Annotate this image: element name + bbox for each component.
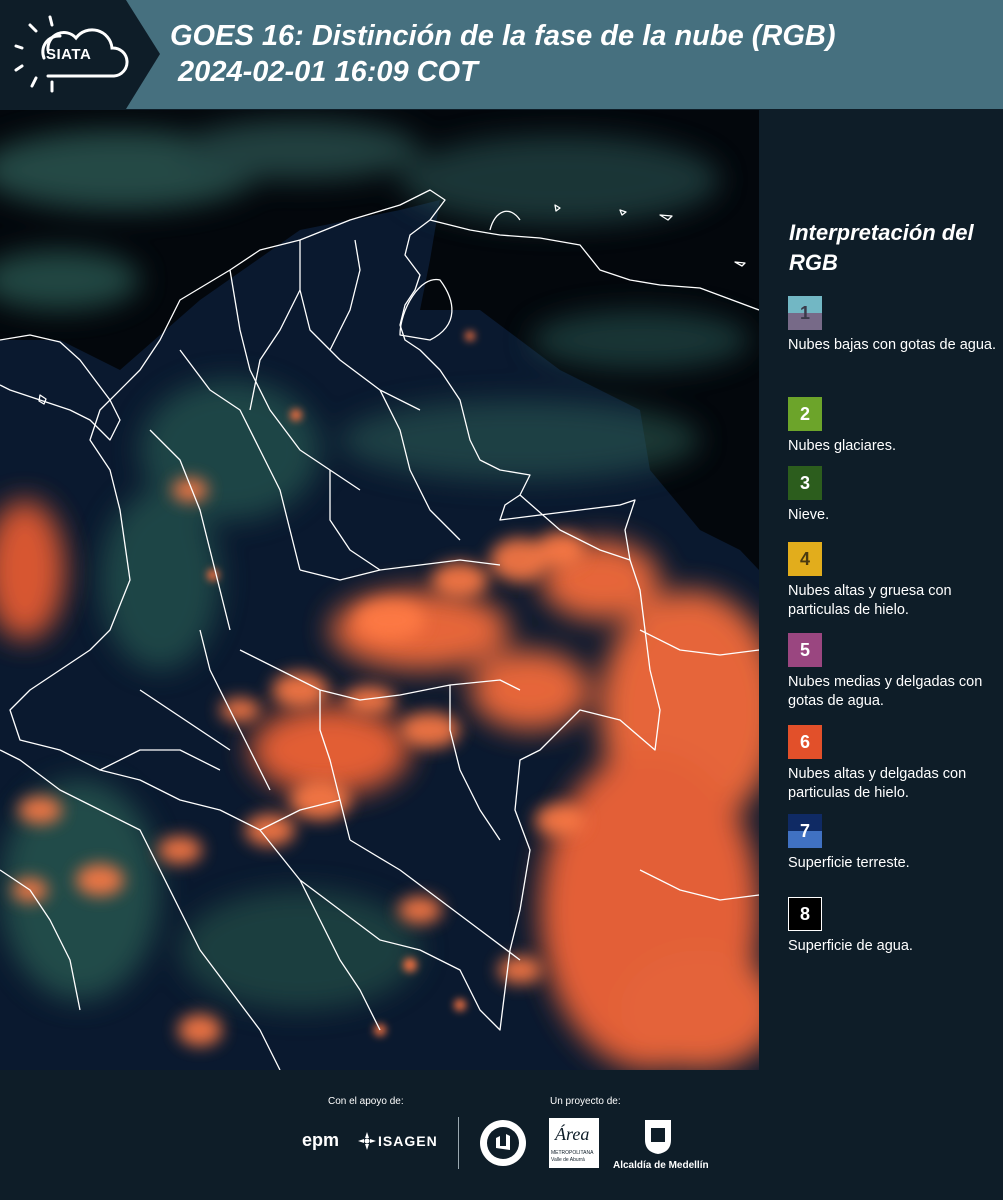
legend-number: 3 [799, 472, 810, 493]
isagen-logo: ISAGEN [378, 1133, 438, 1149]
legend-swatch: 8 [788, 897, 822, 931]
legend-swatch: 3 [788, 466, 822, 500]
footer-divider [458, 1117, 459, 1169]
siata-logo: SIATA [0, 0, 160, 109]
legend-item-5: 5 Nubes medias y delgadas con gotas de ag… [788, 633, 998, 711]
area-logo-sub2: Valle de Aburrá [551, 1157, 585, 1163]
legend-title: Interpretación del RGB [789, 220, 974, 275]
legend-panel: Interpretación del RGB 1 Nubes bajas con … [759, 110, 1003, 1070]
legend-swatch: 1 [788, 296, 822, 330]
legend-number: 7 [799, 820, 810, 841]
support-label: Con el apoyo de: [328, 1096, 404, 1107]
legend-label: Superficie terreste. [788, 855, 910, 871]
legend-label: Nubes medias y delgadas con gotas de agu… [788, 674, 983, 709]
isagen-icon [358, 1132, 376, 1150]
legend-item-8: 8 Superficie de agua. [788, 897, 998, 956]
legend-number: 2 [799, 403, 810, 424]
legend-label: Nubes glaciares. [788, 438, 896, 454]
project-label: Un proyecto de: [550, 1096, 621, 1107]
legend-label: Nubes altas y gruesa con particulas de h… [788, 583, 952, 618]
legend-label: Nubes altas y delgadas con particulas de… [788, 766, 967, 801]
legend-item-3: 3 Nieve. [788, 466, 998, 525]
title-line-1: GOES 16: Distinción de la fase de la nub… [170, 20, 836, 52]
legend-number: 1 [799, 302, 810, 323]
legend-swatch: 7 [788, 814, 822, 848]
legend-item-1: 1 Nubes bajas con gotas de agua. [788, 296, 998, 355]
legend-swatch: 2 [788, 397, 822, 431]
title-line-2: 2024-02-01 16:09 COT [170, 56, 478, 88]
legend-number: 5 [799, 639, 810, 660]
alcaldia-label: Alcaldía de Medellín [613, 1160, 709, 1171]
area-logo-text: Área [555, 1124, 590, 1144]
legend-swatch: 4 [788, 542, 822, 576]
legend-number: 8 [799, 903, 810, 924]
siata-logo-text: SIATA [46, 46, 92, 63]
alcaldia-shield-icon [645, 1120, 671, 1154]
legend-label: Superficie de agua. [788, 938, 913, 954]
legend-item-2: 2 Nubes glaciares. [788, 397, 998, 456]
epm-logo: epm [302, 1130, 340, 1150]
legend-swatch: 5 [788, 633, 822, 667]
seal-icon [480, 1120, 526, 1166]
satellite-image [0, 110, 759, 1070]
area-metropolitana-logo: Área METROPOLITANA Valle de Aburrá [549, 1118, 599, 1168]
legend-item-4: 4 Nubes altas y gruesa con particulas de … [788, 542, 998, 620]
page-title: GOES 16: Distinción de la fase de la nub… [170, 18, 836, 90]
legend-item-6: 6 Nubes altas y delgadas con particulas d… [788, 725, 998, 803]
legend-number: 4 [799, 548, 810, 569]
footer: Con el apoyo de: Un proyecto de: epm ISA… [0, 1070, 1003, 1200]
header-bar: SIATA GOES 16: Distinción de la fase de … [0, 0, 1003, 109]
legend-item-7: 7 Superficie terreste. [788, 814, 998, 873]
legend-label: Nieve. [788, 507, 830, 523]
area-logo-sub1: METROPOLITANA [551, 1150, 594, 1156]
legend-swatch: 6 [788, 725, 822, 759]
satellite-map[interactable] [0, 110, 759, 1070]
legend-label: Nubes bajas con gotas de agua. [788, 337, 996, 353]
legend-number: 6 [799, 731, 810, 752]
